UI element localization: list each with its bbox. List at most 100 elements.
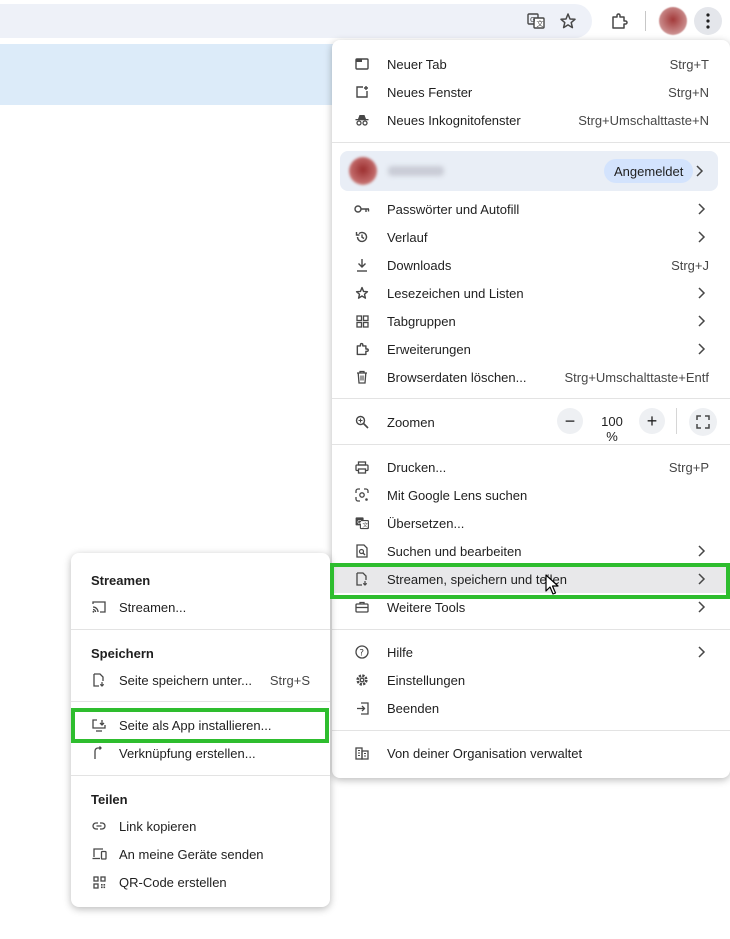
translate-icon[interactable]: G文 <box>524 9 548 33</box>
tab-groups-icon <box>354 313 370 329</box>
fullscreen-icon <box>696 415 710 429</box>
zoom-in-button[interactable]: + <box>639 408 665 434</box>
menu-item-print[interactable]: Drucken... Strg+P <box>332 453 730 481</box>
chrome-main-menu: Neuer Tab Strg+T Neues Fenster Strg+N Ne… <box>332 40 730 778</box>
menu-item-passwords[interactable]: Passwörter und Autofill <box>332 195 730 223</box>
svg-text:G: G <box>357 520 361 526</box>
avatar[interactable] <box>659 7 687 35</box>
profile-row[interactable]: Angemeldet <box>340 151 718 191</box>
submenu-item-cast[interactable]: Streamen... <box>71 593 330 621</box>
submenu-item-save-page[interactable]: Seite speichern unter... Strg+S <box>71 666 330 694</box>
menu-item-bookmarks[interactable]: Lesezeichen und Listen <box>332 279 730 307</box>
toolbar-separator <box>645 11 646 31</box>
submenu-item-label: Link kopieren <box>119 819 197 834</box>
translate-icon: G文 <box>354 515 370 531</box>
submenu-item-copy-link[interactable]: Link kopieren <box>71 812 330 840</box>
shortcut: Strg+S <box>269 673 310 688</box>
menu-item-google-lens[interactable]: Mit Google Lens suchen <box>332 481 730 509</box>
menu-item-exit[interactable]: Beenden <box>332 694 730 722</box>
kebab-menu-icon[interactable] <box>694 7 722 35</box>
menu-item-new-window[interactable]: Neues Fenster Strg+N <box>332 78 730 106</box>
exit-icon <box>354 700 370 716</box>
help-icon: ? <box>354 644 370 660</box>
trash-icon <box>354 369 370 385</box>
menu-item-label: Übersetzen... <box>387 516 465 531</box>
menu-item-label: Einstellungen <box>387 673 466 688</box>
menu-item-label: Browserdaten löschen... <box>387 370 527 385</box>
menu-item-label: Erweiterungen <box>387 342 471 357</box>
building-icon <box>354 745 370 761</box>
key-icon <box>354 201 370 217</box>
gear-icon <box>354 672 370 688</box>
menu-divider <box>332 629 730 630</box>
extensions-icon[interactable] <box>607 9 631 33</box>
chevron-right-icon <box>698 646 706 658</box>
menu-item-settings[interactable]: Einstellungen <box>332 666 730 694</box>
highlight-box-install-app <box>71 708 329 743</box>
menu-divider <box>332 444 730 445</box>
menu-item-label: Beenden <box>387 701 440 716</box>
cast-icon <box>91 599 107 615</box>
menu-item-label: Lesezeichen und Listen <box>387 286 524 301</box>
section-header-teilen: Teilen <box>91 792 128 807</box>
devices-icon <box>91 846 107 862</box>
zoom-label: Zoomen <box>387 415 435 430</box>
chevron-right-icon <box>698 545 706 557</box>
menu-item-label: Tabgruppen <box>387 314 456 329</box>
submenu-item-label: Streamen... <box>119 600 187 615</box>
shortcut: Strg+J <box>671 258 709 273</box>
submenu-item-create-shortcut[interactable]: Verknüpfung erstellen... <box>71 739 330 767</box>
submenu-item-label: Verknüpfung erstellen... <box>119 746 256 761</box>
menu-item-translate[interactable]: G文 Übersetzen... <box>332 509 730 537</box>
svg-text:文: 文 <box>537 19 544 28</box>
menu-item-label: Downloads <box>387 258 452 273</box>
submenu-item-label: An meine Geräte senden <box>119 847 264 862</box>
menu-item-managed[interactable]: Von deiner Organisation verwaltet <box>332 739 730 767</box>
menu-item-downloads[interactable]: Downloads Strg+J <box>332 251 730 279</box>
menu-item-label: Suchen und bearbeiten <box>387 544 522 559</box>
chevron-right-icon <box>698 231 706 243</box>
menu-item-clear-data[interactable]: Browserdaten löschen... Strg+Umschalttas… <box>332 363 730 391</box>
incognito-icon <box>354 112 370 128</box>
chevron-right-icon <box>698 203 706 215</box>
menu-divider <box>71 701 330 702</box>
toolbox-icon <box>354 599 370 615</box>
menu-divider <box>71 775 330 776</box>
menu-item-help[interactable]: ? Hilfe <box>332 638 730 666</box>
download-icon <box>354 257 370 273</box>
zoom-out-button[interactable]: − <box>557 408 583 434</box>
menu-item-label: Passwörter und Autofill <box>387 202 520 217</box>
menu-item-label: Neues Inkognitofenster <box>387 113 521 128</box>
save-page-icon <box>91 672 107 688</box>
menu-item-label: Weitere Tools <box>387 600 466 615</box>
shortcut: Strg+N <box>668 85 709 100</box>
menu-item-label: Neuer Tab <box>387 57 447 72</box>
print-icon <box>354 459 370 475</box>
address-bar[interactable] <box>0 4 592 38</box>
submenu-item-label: QR-Code erstellen <box>119 875 227 890</box>
menu-item-tab-groups[interactable]: Tabgruppen <box>332 307 730 335</box>
menu-item-find-edit[interactable]: Suchen und bearbeiten <box>332 537 730 565</box>
menu-item-new-tab[interactable]: Neuer Tab Strg+T <box>332 50 730 78</box>
menu-item-zoom: Zoomen <box>332 408 730 436</box>
new-tab-icon <box>354 56 370 72</box>
menu-item-history[interactable]: Verlauf <box>332 223 730 251</box>
menu-item-incognito[interactable]: Neues Inkognitofenster Strg+Umschalttast… <box>332 106 730 134</box>
mouse-cursor-icon <box>545 574 559 595</box>
profile-name-blurred <box>388 166 444 176</box>
submenu-item-send-devices[interactable]: An meine Geräte senden <box>71 840 330 868</box>
page-banner <box>0 44 340 105</box>
star-icon <box>354 285 370 301</box>
new-window-icon <box>354 84 370 100</box>
shortcut-arrow-icon <box>91 745 107 761</box>
menu-divider <box>332 730 730 731</box>
submenu-item-label: Seite speichern unter... <box>119 673 252 688</box>
history-icon <box>354 229 370 245</box>
submenu-item-qr-code[interactable]: QR-Code erstellen <box>71 868 330 896</box>
bookmark-star-icon[interactable] <box>556 9 580 33</box>
menu-item-extensions[interactable]: Erweiterungen <box>332 335 730 363</box>
section-header-speichern: Speichern <box>91 646 154 661</box>
shortcut: Strg+T <box>669 57 709 72</box>
shortcut: Strg+Umschalttaste+N <box>578 113 709 128</box>
fullscreen-button[interactable] <box>689 408 717 436</box>
